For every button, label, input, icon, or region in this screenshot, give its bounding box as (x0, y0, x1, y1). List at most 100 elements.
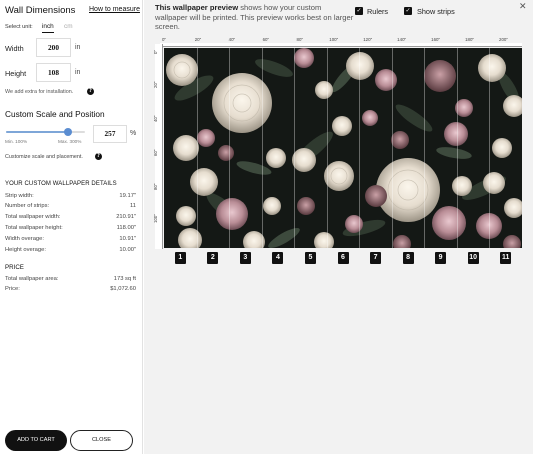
detail-row: Total wallpaper width: 210.91" (5, 214, 136, 223)
unit-cm-option[interactable]: cm (64, 23, 73, 30)
scale-slider-fill (6, 131, 69, 133)
strip-divider (229, 48, 231, 248)
top-ruler (160, 43, 522, 47)
show-strips-label[interactable]: Show strips (417, 7, 455, 16)
detail-key: Total wallpaper height: (5, 225, 63, 231)
strip-divider (456, 48, 458, 248)
strip-number-badge: 7 (370, 252, 382, 264)
strip-number-badge: 6 (337, 252, 349, 264)
strip-number-badge: 2 (207, 252, 219, 264)
height-label: Height (5, 69, 27, 78)
top-ruler-label: 180" (465, 37, 474, 42)
panel-title: Wall Dimensions (5, 5, 76, 16)
price-key: Price: (5, 286, 20, 292)
top-ruler-label: 140" (397, 37, 407, 42)
floral-pattern (164, 48, 522, 248)
info-icon[interactable]: ? (95, 153, 102, 160)
detail-key: Number of strips: (5, 203, 50, 209)
strip-divider (424, 48, 426, 248)
top-ruler-label: 160" (431, 37, 441, 42)
add-to-cart-button[interactable]: ADD TO CART (5, 430, 67, 451)
scale-slider[interactable] (6, 128, 85, 136)
installation-note: We add extra for installation. (5, 89, 74, 95)
detail-value: 19.17" (119, 193, 136, 199)
top-ruler-label: 0" (161, 37, 167, 42)
price-row: Total wallpaper area: 173 sq ft (5, 276, 136, 285)
scale-input[interactable]: 257 (93, 125, 127, 143)
strip-number-badge: 11 (500, 252, 512, 264)
left-ruler-label: 40" (153, 115, 158, 122)
scale-slider-thumb[interactable] (64, 128, 73, 136)
left-ruler-label: 60" (153, 149, 158, 156)
detail-row: Number of strips: 11 (5, 203, 136, 212)
how-to-measure-link[interactable]: How to measure (89, 6, 140, 13)
width-unit: in (75, 44, 81, 51)
height-input[interactable]: 108 (36, 63, 71, 82)
preview-description: This wallpaper preview shows how your cu… (155, 3, 355, 32)
details-title: YOUR CUSTOM WALLPAPER DETAILS (5, 181, 117, 187)
detail-key: Strip width: (5, 193, 34, 199)
strip-number-badge: 3 (239, 252, 251, 264)
height-unit: in (75, 69, 81, 76)
price-value: $1,072.60 (110, 286, 136, 292)
left-ruler-label: 0" (153, 49, 158, 54)
slider-max-label: Max. 300% (58, 139, 82, 144)
wall-dimensions-panel: Wall Dimensions How to measure Select un… (0, 0, 143, 454)
close-button[interactable]: CLOSE (70, 430, 133, 451)
strip-number-badge: 10 (467, 252, 479, 264)
price-key: Total wallpaper area: (5, 276, 59, 282)
strip-divider (489, 48, 491, 248)
detail-row: Height overage: 10.00" (5, 247, 136, 256)
detail-key: Width overage: (5, 236, 44, 242)
wallpaper-preview-panel: This wallpaper preview shows how your cu… (144, 0, 533, 454)
detail-value: 10.00" (119, 247, 136, 253)
strip-number-badge: 5 (304, 252, 316, 264)
percent-sign: % (130, 130, 137, 137)
detail-key: Height overage: (5, 247, 46, 253)
unit-label: Select unit: (5, 24, 33, 30)
unit-inch-option[interactable]: inch (42, 23, 54, 33)
detail-value: 10.91" (119, 236, 136, 242)
left-ruler-label: 80" (153, 183, 158, 190)
left-ruler-label: 100" (153, 214, 158, 224)
top-ruler-label: 100" (329, 37, 339, 42)
top-ruler-label: 40" (228, 37, 236, 42)
slider-min-label: Min. 100% (5, 139, 28, 144)
wallpaper-preview-image (164, 48, 522, 248)
width-input[interactable]: 200 (36, 38, 71, 57)
show-strips-checkbox[interactable]: ✓ (404, 7, 412, 15)
top-ruler-label: 20" (194, 37, 202, 42)
detail-key: Total wallpaper width: (5, 214, 61, 220)
strip-divider (261, 48, 263, 248)
detail-value: 11 (129, 203, 136, 209)
price-row: Price: $1,072.60 (5, 286, 136, 295)
strip-divider (326, 48, 328, 248)
top-ruler-label: 80" (296, 37, 304, 42)
strip-divider (359, 48, 361, 248)
strip-number-badge: 8 (402, 252, 414, 264)
strip-divider (294, 48, 296, 248)
detail-row: Total wallpaper height: 118.00" (5, 225, 136, 234)
price-title: PRICE (5, 264, 24, 271)
strip-number-badge: 1 (174, 252, 186, 264)
detail-value: 118.00" (116, 225, 136, 231)
rulers-checkbox[interactable]: ✓ (355, 7, 363, 15)
top-ruler-label: 120" (363, 37, 373, 42)
scale-section-title: Custom Scale and Position (5, 109, 105, 119)
detail-row: Width overage: 10.91" (5, 236, 136, 245)
width-label: Width (5, 44, 24, 53)
top-ruler-label: 200" (499, 37, 508, 42)
close-icon[interactable]: ✕ (519, 2, 527, 12)
preview-description-bold: This wallpaper preview (155, 3, 239, 12)
detail-value: 210.91" (116, 214, 136, 220)
strip-number-badge: 9 (435, 252, 447, 264)
left-ruler-label: 20" (153, 81, 158, 88)
customize-note: Customize scale and placement. (5, 154, 83, 160)
info-icon[interactable]: ? (87, 88, 94, 95)
strip-divider (196, 48, 198, 248)
top-ruler-label: 60" (262, 37, 270, 42)
strip-number-badge: 4 (272, 252, 284, 264)
rulers-label[interactable]: Rulers (367, 7, 388, 16)
detail-row: Strip width: 19.17" (5, 193, 136, 202)
strip-divider (391, 48, 393, 248)
